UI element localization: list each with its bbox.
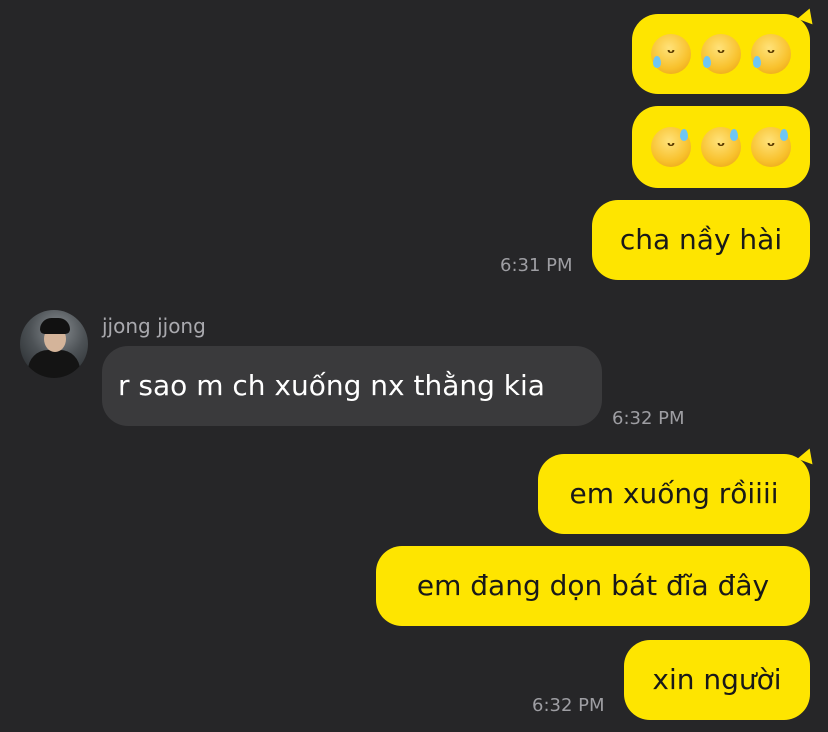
- message-text: em xuống rồiiii: [569, 477, 779, 510]
- message-text: cha nầy hài: [619, 223, 783, 256]
- rolling-on-floor-laughing-emoji: ᵕ: [751, 34, 791, 74]
- outgoing-emoji-bubble[interactable]: ᵕ ᵕ ᵕ: [632, 14, 810, 94]
- message-timestamp: 6:32 PM: [532, 695, 605, 716]
- message-text: xin người: [652, 663, 782, 696]
- message-timestamp: 6:31 PM: [500, 255, 573, 276]
- grinning-sweat-emoji: ᵕ: [701, 127, 741, 167]
- sender-name: jjong jjong: [102, 314, 206, 338]
- emoji-row: ᵕ ᵕ ᵕ: [651, 34, 791, 74]
- sender-avatar[interactable]: [20, 310, 88, 378]
- emoji-row: ᵕ ᵕ ᵕ: [651, 127, 791, 167]
- outgoing-message-bubble[interactable]: xin người: [624, 640, 810, 720]
- message-text: em đang dọn bát đĩa đây: [416, 569, 770, 602]
- chat-view: ᵕ ᵕ ᵕ ᵕ ᵕ ᵕ cha nầy hài 6:31 PM jjong jj…: [0, 0, 828, 732]
- incoming-message-bubble[interactable]: r sao m ch xuống nx thằng kia: [102, 346, 602, 426]
- message-text: r sao m ch xuống nx thằng kia: [118, 369, 545, 402]
- outgoing-emoji-bubble[interactable]: ᵕ ᵕ ᵕ: [632, 106, 810, 188]
- message-timestamp: 6:32 PM: [612, 408, 685, 429]
- outgoing-message-bubble[interactable]: em xuống rồiiii: [538, 454, 810, 534]
- grinning-sweat-emoji: ᵕ: [751, 127, 791, 167]
- grinning-sweat-emoji: ᵕ: [651, 127, 691, 167]
- rolling-on-floor-laughing-emoji: ᵕ: [651, 34, 691, 74]
- outgoing-message-bubble[interactable]: cha nầy hài: [592, 200, 810, 280]
- rolling-on-floor-laughing-emoji: ᵕ: [701, 34, 741, 74]
- outgoing-message-bubble[interactable]: em đang dọn bát đĩa đây: [376, 546, 810, 626]
